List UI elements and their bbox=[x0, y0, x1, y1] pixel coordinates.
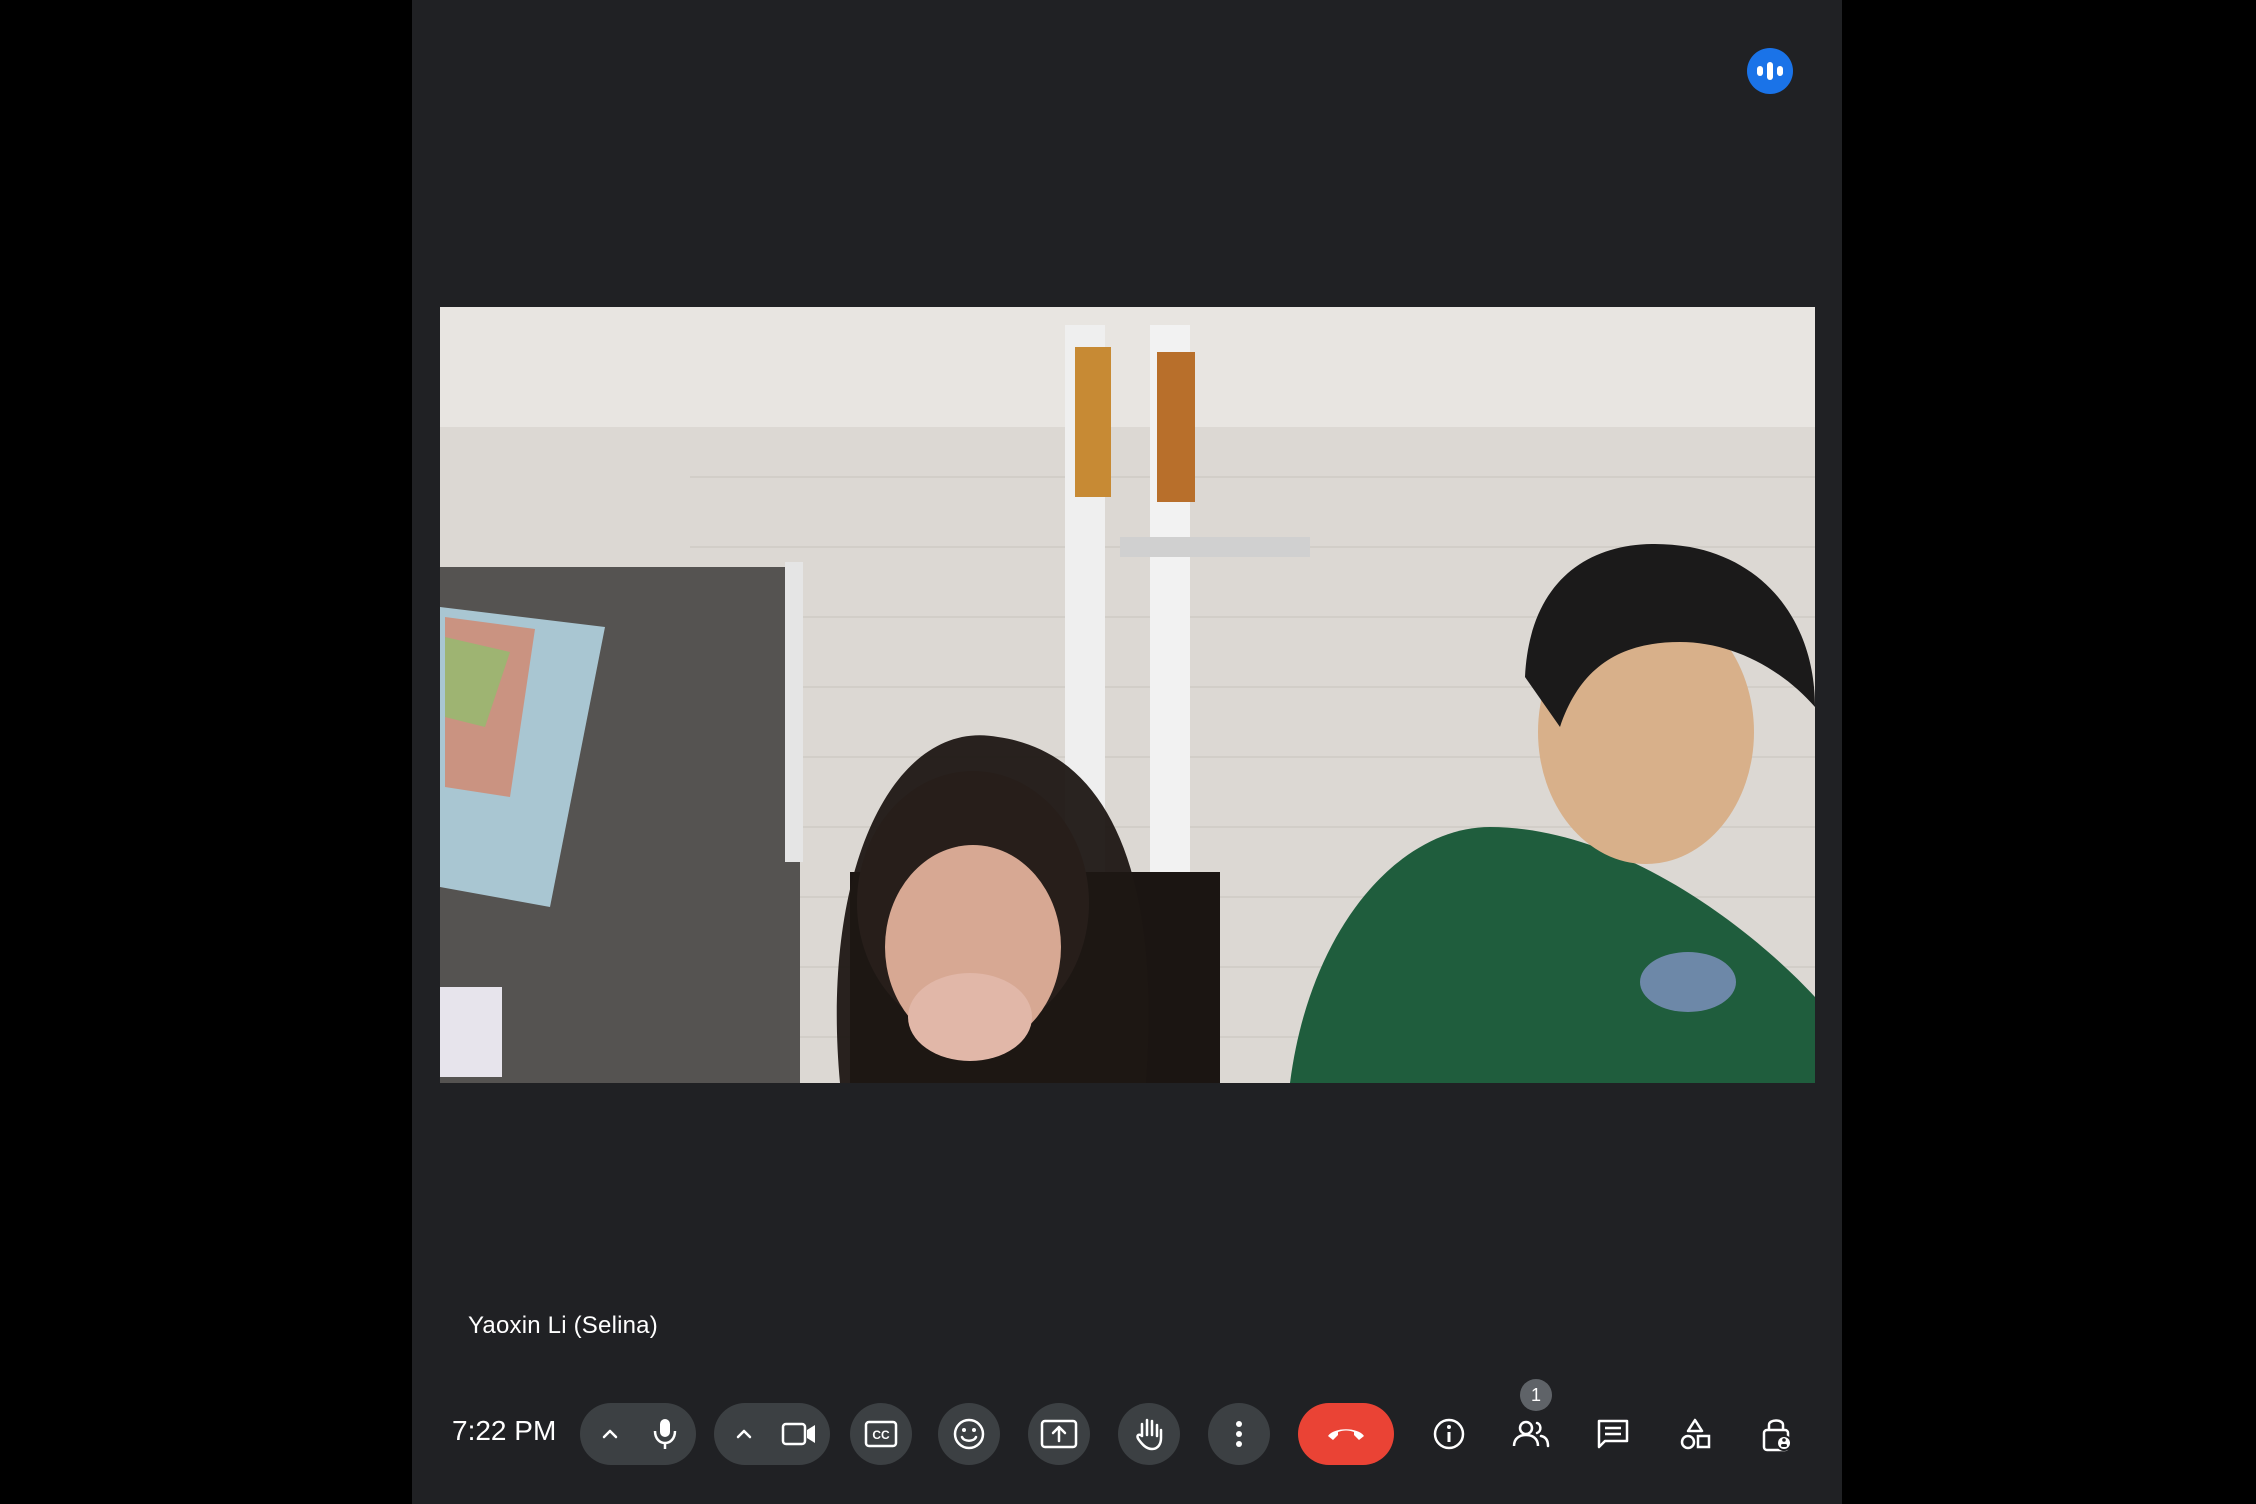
host-controls-button[interactable] bbox=[1746, 1403, 1808, 1465]
more-options-button[interactable] bbox=[1208, 1403, 1270, 1465]
video-camera-icon bbox=[781, 1422, 815, 1446]
emoji-icon bbox=[953, 1418, 985, 1450]
camera-button[interactable] bbox=[768, 1403, 830, 1465]
present-now-button[interactable] bbox=[1028, 1403, 1090, 1465]
reactions-button[interactable] bbox=[938, 1403, 1000, 1465]
host-controls-icon bbox=[1762, 1419, 1792, 1452]
hang-up-icon bbox=[1328, 1429, 1364, 1440]
meeting-time: 7:22 PM bbox=[452, 1415, 557, 1446]
microphone-button[interactable] bbox=[634, 1403, 696, 1465]
participant-video-tile[interactable] bbox=[440, 307, 1815, 1083]
meeting-controls-bar: 7:22 PM CC 1 bbox=[412, 1379, 1842, 1473]
chat-button[interactable] bbox=[1582, 1403, 1644, 1465]
participant-name-label: Yaoxin Li (Selina) bbox=[468, 1312, 658, 1339]
people-count-badge: 1 bbox=[1520, 1379, 1552, 1411]
meeting-details-button[interactable] bbox=[1418, 1403, 1480, 1465]
closed-captions-icon: CC bbox=[864, 1420, 898, 1448]
captions-button[interactable]: CC bbox=[850, 1403, 912, 1465]
svg-text:CC: CC bbox=[872, 1428, 890, 1442]
people-icon bbox=[1512, 1420, 1550, 1448]
raise-hand-icon bbox=[1136, 1418, 1163, 1451]
more-options-icon bbox=[1236, 1421, 1242, 1447]
raise-hand-button[interactable] bbox=[1118, 1403, 1180, 1465]
people-button[interactable]: 1 bbox=[1500, 1379, 1562, 1465]
microphone-icon bbox=[653, 1419, 677, 1449]
present-screen-icon bbox=[1040, 1419, 1078, 1449]
activities-button[interactable] bbox=[1664, 1403, 1726, 1465]
meeting-stage: Yaoxin Li (Selina) 7:22 PM CC 1 bbox=[412, 0, 1842, 1504]
video-options-chevron-icon[interactable] bbox=[724, 1403, 764, 1465]
audio-options-chevron-icon[interactable] bbox=[590, 1403, 630, 1465]
chat-icon bbox=[1597, 1419, 1629, 1449]
audio-level-icon bbox=[1747, 48, 1793, 94]
activities-icon bbox=[1680, 1418, 1711, 1450]
video-feed-image bbox=[440, 307, 1815, 1083]
info-icon bbox=[1433, 1418, 1465, 1450]
leave-call-button[interactable] bbox=[1298, 1403, 1394, 1465]
